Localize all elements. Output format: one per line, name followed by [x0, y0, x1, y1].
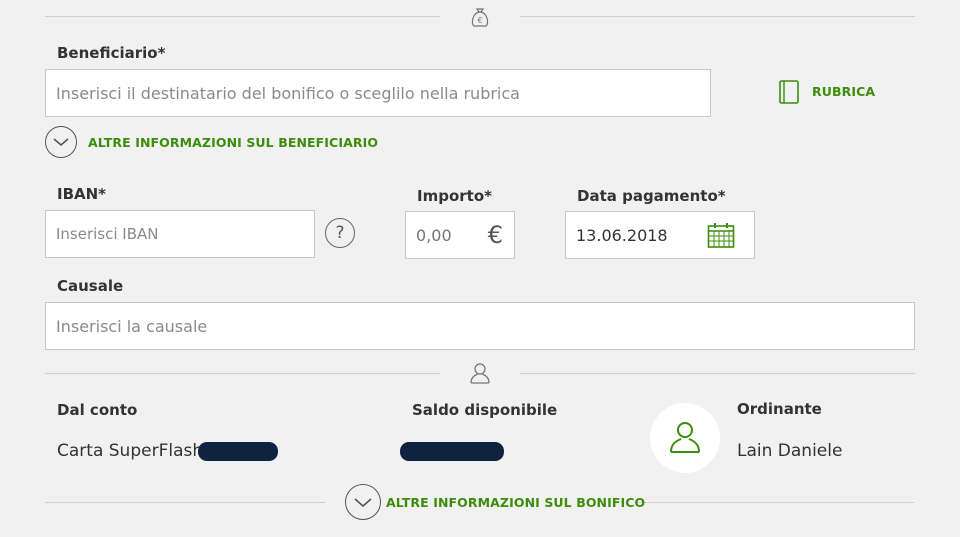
chevron-down-icon [53, 138, 69, 147]
ordinante-avatar [650, 403, 720, 473]
importo-label: Importo* [417, 187, 492, 205]
conto-label: Dal conto [57, 401, 138, 419]
mid-divider-right [520, 373, 915, 374]
redacted-account-number [198, 442, 278, 461]
money-bag-euro-icon: € [471, 8, 489, 27]
beneficiario-label: Beneficiario* [57, 44, 166, 62]
beneficiario-input[interactable] [45, 69, 711, 117]
importo-field: € [405, 211, 515, 259]
causale-input[interactable] [45, 302, 915, 350]
data-pagamento-value: 13.06.2018 [576, 226, 668, 245]
ordinante-value: Lain Daniele [737, 441, 843, 461]
ordinante-label: Ordinante [737, 400, 822, 418]
user-icon [470, 363, 490, 384]
question-mark-icon: ? [335, 223, 345, 243]
bottom-divider-left [45, 502, 325, 503]
address-book-icon [779, 80, 799, 104]
saldo-label: Saldo disponibile [412, 401, 558, 419]
chevron-down-icon [354, 497, 372, 507]
conto-value: Carta SuperFlash - [57, 441, 215, 461]
iban-label: IBAN* [57, 185, 107, 203]
rubrica-label: RUBRICA [812, 84, 876, 99]
data-pagamento-label: Data pagamento* [577, 187, 726, 205]
euro-icon: € [487, 221, 503, 249]
redacted-balance [400, 442, 504, 461]
beneficiario-more-link[interactable]: ALTRE INFORMAZIONI SUL BENEFICIARIO [88, 135, 378, 150]
iban-help-button[interactable]: ? [325, 218, 355, 248]
beneficiario-more-toggle[interactable] [45, 126, 77, 158]
causale-label: Causale [57, 277, 124, 295]
bonifico-more-toggle[interactable] [345, 484, 381, 520]
importo-input[interactable] [406, 212, 478, 258]
iban-input[interactable] [45, 210, 315, 258]
bonifico-more-link[interactable]: ALTRE INFORMAZIONI SUL BONIFICO [386, 495, 645, 510]
top-divider-left [45, 16, 440, 17]
svg-text:€: € [477, 16, 482, 25]
top-divider-right [520, 16, 915, 17]
bottom-divider-right [634, 502, 914, 503]
mid-divider-left [45, 373, 440, 374]
calendar-icon[interactable] [707, 222, 735, 249]
person-icon [670, 422, 700, 453]
data-pagamento-field[interactable]: 13.06.2018 [565, 211, 755, 259]
rubrica-button[interactable]: RUBRICA [778, 79, 878, 107]
